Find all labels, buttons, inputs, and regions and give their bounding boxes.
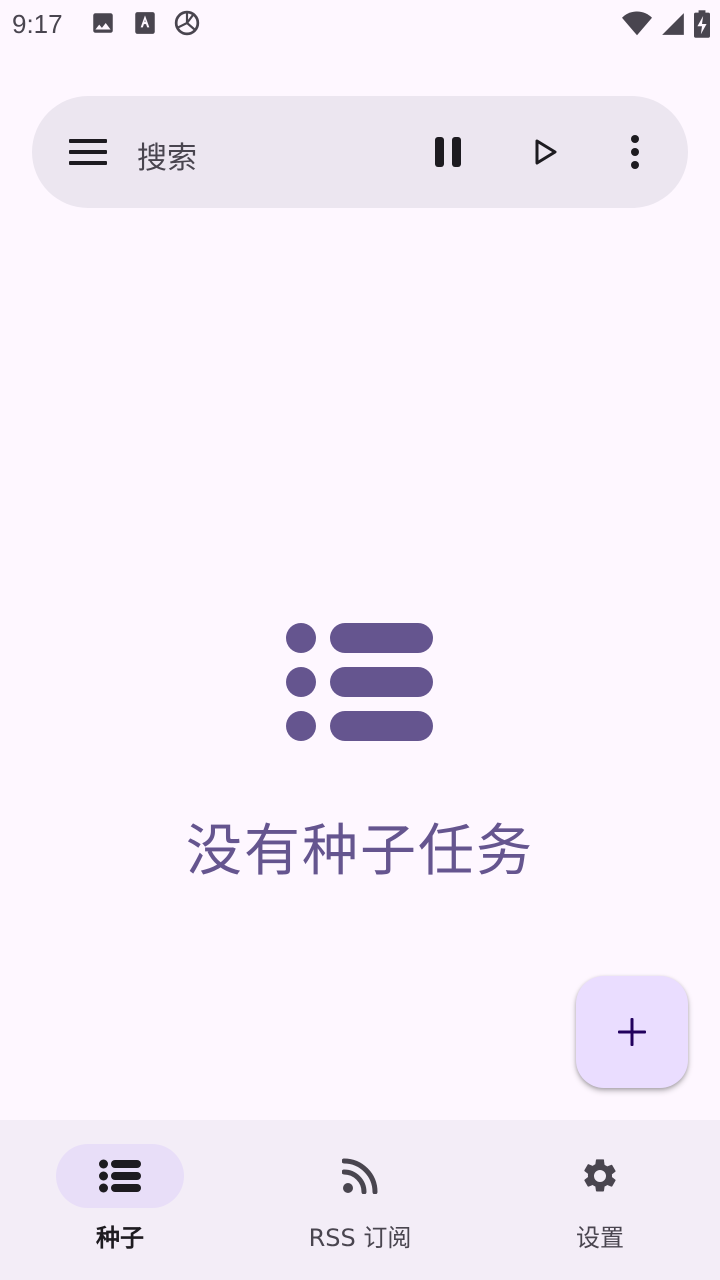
rss-icon (342, 1158, 378, 1194)
gear-icon (584, 1159, 616, 1192)
menu-icon (69, 139, 107, 165)
status-bar: 9:17 (0, 0, 720, 48)
nav-active-indicator (56, 1144, 184, 1208)
nav-label-settings: 设置 (576, 1224, 624, 1252)
status-icons-right (622, 10, 710, 38)
status-icons-left (90, 10, 200, 36)
nav-item-rss[interactable]: RSS 订阅 (240, 1120, 480, 1280)
resume-all-button[interactable] (518, 128, 574, 176)
nav-item-torrents[interactable]: 种子 (0, 1120, 240, 1280)
nav-label-torrents: 种子 (96, 1224, 144, 1252)
menu-button[interactable] (60, 128, 116, 176)
status-time: 9:17 (12, 9, 63, 39)
search-input[interactable]: 搜索 (137, 133, 197, 177)
pause-icon (435, 137, 461, 167)
empty-state-message: 没有种子任务 (186, 819, 534, 884)
bottom-navigation: 种子 RSS 订阅 设置 (0, 1120, 720, 1280)
battery-charging-icon (694, 10, 710, 38)
nav-icon-container (536, 1144, 664, 1208)
pause-all-button[interactable] (420, 128, 476, 176)
nav-label-rss: RSS 订阅 (308, 1224, 412, 1252)
list-icon (286, 623, 433, 741)
more-options-button[interactable] (610, 128, 660, 176)
nav-item-settings[interactable]: 设置 (480, 1120, 720, 1280)
add-icon (618, 1018, 646, 1046)
signal-icon (662, 13, 684, 35)
screen: 9:17 搜索 没有种子任务 种子 RSS 订阅 设置 (0, 0, 720, 1280)
play-icon (535, 139, 557, 165)
list-icon (99, 1159, 141, 1193)
image-icon (93, 13, 113, 33)
search-bar[interactable] (32, 96, 688, 208)
wifi-icon (622, 11, 652, 36)
more-vert-icon (631, 135, 639, 169)
sync-icon (174, 10, 200, 36)
nav-icon-container (296, 1144, 424, 1208)
add-torrent-fab[interactable] (576, 976, 688, 1088)
text-a-icon (135, 12, 155, 34)
